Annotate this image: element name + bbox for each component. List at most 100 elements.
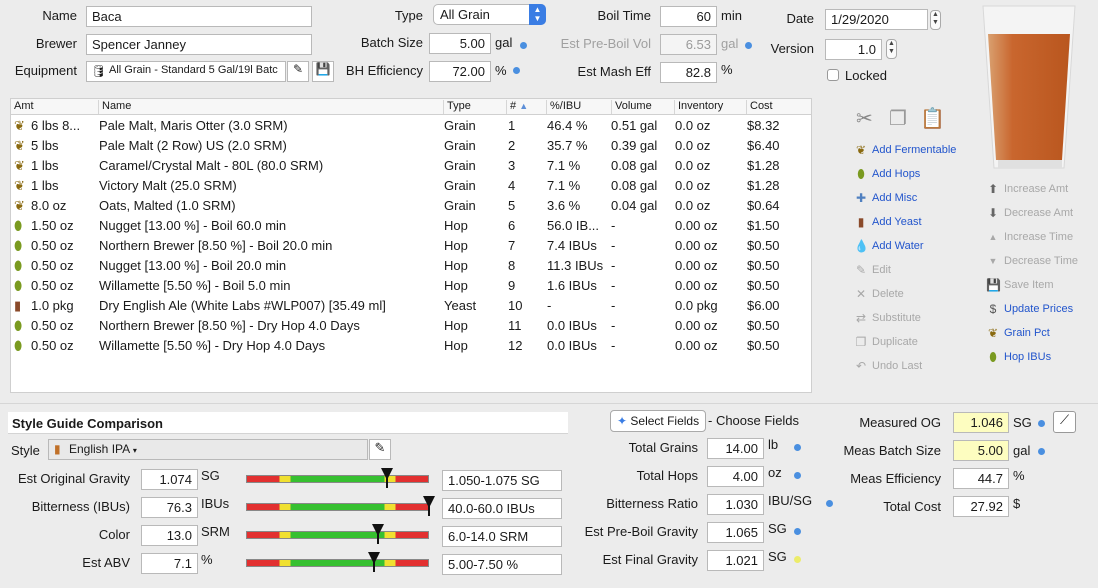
- cell-number: 4: [508, 178, 516, 193]
- table-row[interactable]: ⬮ 0.50 oz Willamette [5.50 %] - Dry Hop 4.…: [11, 336, 811, 356]
- total-cost-unit: $: [1013, 496, 1021, 511]
- edit-button[interactable]: ✎ Edit: [854, 263, 891, 277]
- table-row[interactable]: ⬮ 0.50 oz Northern Brewer [8.50 %] - Boil …: [11, 236, 811, 256]
- type-label: Type: [394, 8, 423, 23]
- add-hops-button[interactable]: ⬮ Add Hops: [854, 167, 920, 181]
- table-row[interactable]: ⬮ 1.50 oz Nugget [13.00 %] - Boil 60.0 min…: [11, 216, 811, 236]
- cell-pct-ibu: 7.4 IBUs: [547, 238, 597, 253]
- select-fields-button[interactable]: ✦ Select Fields: [610, 410, 707, 432]
- increase-amt-button[interactable]: ⬆ Increase Amt: [986, 182, 1068, 196]
- add-yeast-button[interactable]: ▮ Add Yeast: [854, 215, 922, 229]
- table-row[interactable]: ❦ 8.0 oz Oats, Malted (1.0 SRM) Grain 5 3.6 %…: [11, 196, 811, 216]
- boil-time-field[interactable]: 60: [660, 6, 717, 27]
- add-misc-button[interactable]: ✚ Add Misc: [854, 191, 917, 205]
- table-row[interactable]: ▮ 1.0 pkg Dry English Ale (White Labs #WLP…: [11, 296, 811, 316]
- hydrometer-icon[interactable]: ⟋: [1053, 411, 1076, 433]
- table-row[interactable]: ⬮ 0.50 oz Northern Brewer [8.50 %] - Dry H…: [11, 316, 811, 336]
- add-water-button[interactable]: 💧 Add Water: [854, 239, 924, 253]
- col-pct-ibu[interactable]: %/IBU: [547, 100, 612, 114]
- delete-button[interactable]: ✕ Delete: [854, 287, 904, 301]
- undo-last-button[interactable]: ↶ Undo Last: [854, 359, 922, 373]
- substitute-button[interactable]: ⇄ Substitute: [854, 311, 921, 325]
- col-number[interactable]: # ▲: [507, 100, 547, 114]
- puzzle-icon: ✦: [617, 414, 628, 428]
- col-inventory[interactable]: Inventory: [675, 100, 747, 114]
- table-row[interactable]: ❦ 1 lbs Victory Malt (25.0 SRM) Grain 4 7.1 %…: [11, 176, 811, 196]
- table-row[interactable]: ❦ 5 lbs Pale Malt (2 Row) US (2.0 SRM) Grai…: [11, 136, 811, 156]
- update-prices-button[interactable]: $ Update Prices: [986, 302, 1073, 316]
- table-row[interactable]: ⬮ 0.50 oz Nugget [13.00 %] - Boil 20.0 min…: [11, 256, 811, 276]
- version-stepper[interactable]: ▲ ▼: [886, 39, 897, 59]
- save-equipment-icon[interactable]: 💾: [312, 61, 334, 82]
- save-item-button[interactable]: 💾 Save Item: [986, 278, 1054, 292]
- measured-og-field[interactable]: 1.046: [953, 412, 1009, 433]
- date-stepper[interactable]: ▲ ▼: [930, 10, 941, 30]
- cell-pct-ibu: 11.3 IBUs: [547, 258, 604, 273]
- ingredient-table[interactable]: Amt Name Type # ▲ %/IBU Volume Inventory…: [10, 98, 812, 393]
- col-type[interactable]: Type: [444, 100, 507, 114]
- cell-volume: 0.08 gal: [611, 158, 658, 173]
- cell-inventory: 0.0 oz: [675, 138, 711, 153]
- metric-label: Bitterness (IBUs): [31, 499, 130, 514]
- version-field[interactable]: 1.0: [825, 39, 882, 60]
- locked-checkbox[interactable]: [827, 69, 839, 81]
- date-field[interactable]: 1/29/2020: [825, 9, 928, 30]
- col-amt[interactable]: Amt: [11, 100, 99, 114]
- col-name[interactable]: Name: [99, 100, 444, 114]
- save-icon: 💾: [986, 278, 1001, 292]
- table-row[interactable]: ❦ 1 lbs Caramel/Crystal Malt - 80L (80.0 S…: [11, 156, 811, 176]
- cell-name: Willamette [5.50 %] - Dry Hop 4.0 Days: [99, 338, 326, 353]
- cut-icon[interactable]: ✂: [856, 106, 873, 131]
- col-volume[interactable]: Volume: [612, 100, 675, 114]
- cell-name: Northern Brewer [8.50 %] - Boil 20.0 min: [99, 238, 333, 253]
- cell-volume: -: [611, 258, 616, 273]
- equipment-edit-icon[interactable]: ✎: [287, 61, 309, 82]
- cell-cost: $0.64: [747, 198, 780, 213]
- name-field[interactable]: Baca: [86, 6, 312, 27]
- type-select[interactable]: All Grain ▲ ▼: [433, 4, 546, 25]
- hop-icon: ⬮: [14, 258, 23, 273]
- equipment-field[interactable]: 🛢 All Grain - Standard 5 Gal/19l Batc: [86, 61, 286, 82]
- metric-range: 1.050-1.075 SG: [442, 470, 562, 491]
- copy-icon[interactable]: ❐: [889, 106, 907, 131]
- increase-time-button[interactable]: ▲ Increase Time: [986, 230, 1074, 244]
- bh-efficiency-field[interactable]: 72.00: [429, 61, 491, 82]
- brewer-label: Brewer: [35, 36, 77, 51]
- calc-field-label: Bitterness Ratio: [606, 496, 698, 511]
- cell-inventory: 0.00 oz: [675, 238, 718, 253]
- edit-icon: ✎: [855, 263, 867, 277]
- beer-glass-icon: [982, 5, 1076, 169]
- cell-amt: 0.50 oz: [31, 318, 74, 333]
- decrease-time-button[interactable]: ▼ Decrease Time: [986, 254, 1078, 268]
- add-fermentable-button[interactable]: ❦ Add Fermentable: [854, 143, 956, 157]
- grain-pct-button[interactable]: ❦ Grain Pct: [986, 326, 1050, 340]
- hop-ibus-button[interactable]: ⬮ Hop IBUs: [986, 350, 1051, 364]
- bh-efficiency-dot: [513, 67, 520, 74]
- hop-icon: ⬮: [14, 238, 23, 253]
- batch-size-unit: gal: [495, 35, 513, 50]
- cell-cost: $0.50: [747, 318, 780, 333]
- col-cost[interactable]: Cost: [747, 100, 813, 114]
- style-select[interactable]: ▮ English IPA ▾: [48, 439, 368, 460]
- meas-batch-size-field[interactable]: 5.00: [953, 440, 1009, 461]
- hop-icon: ⬮: [857, 167, 865, 181]
- calc-field-value: 1.065: [707, 522, 764, 543]
- batch-size-field[interactable]: 5.00: [429, 33, 491, 54]
- dollar-icon: $: [989, 302, 997, 316]
- table-row[interactable]: ⬮ 0.50 oz Willamette [5.50 %] - Boil 5.0 m…: [11, 276, 811, 296]
- metric-range: 6.0-14.0 SRM: [442, 526, 562, 547]
- calc-field-unit: SG: [768, 549, 787, 564]
- style-guide-title: Style Guide Comparison: [12, 416, 163, 431]
- cell-volume: 0.39 gal: [611, 138, 658, 153]
- cell-type: Grain: [444, 158, 476, 173]
- duplicate-button[interactable]: ❐ Duplicate: [854, 335, 918, 349]
- cell-volume: -: [611, 298, 616, 313]
- cell-inventory: 0.00 oz: [675, 258, 718, 273]
- brewer-field[interactable]: Spencer Janney: [86, 34, 312, 55]
- table-row[interactable]: ❦ 6 lbs 8... Pale Malt, Maris Otter (3.0 S…: [11, 116, 811, 136]
- choose-fields-label: - Choose Fields: [708, 413, 800, 428]
- style-edit-icon[interactable]: ✎: [369, 439, 391, 460]
- cell-volume: -: [611, 318, 616, 333]
- paste-icon[interactable]: 📋: [920, 106, 945, 131]
- decrease-amt-button[interactable]: ⬇ Decrease Amt: [986, 206, 1073, 220]
